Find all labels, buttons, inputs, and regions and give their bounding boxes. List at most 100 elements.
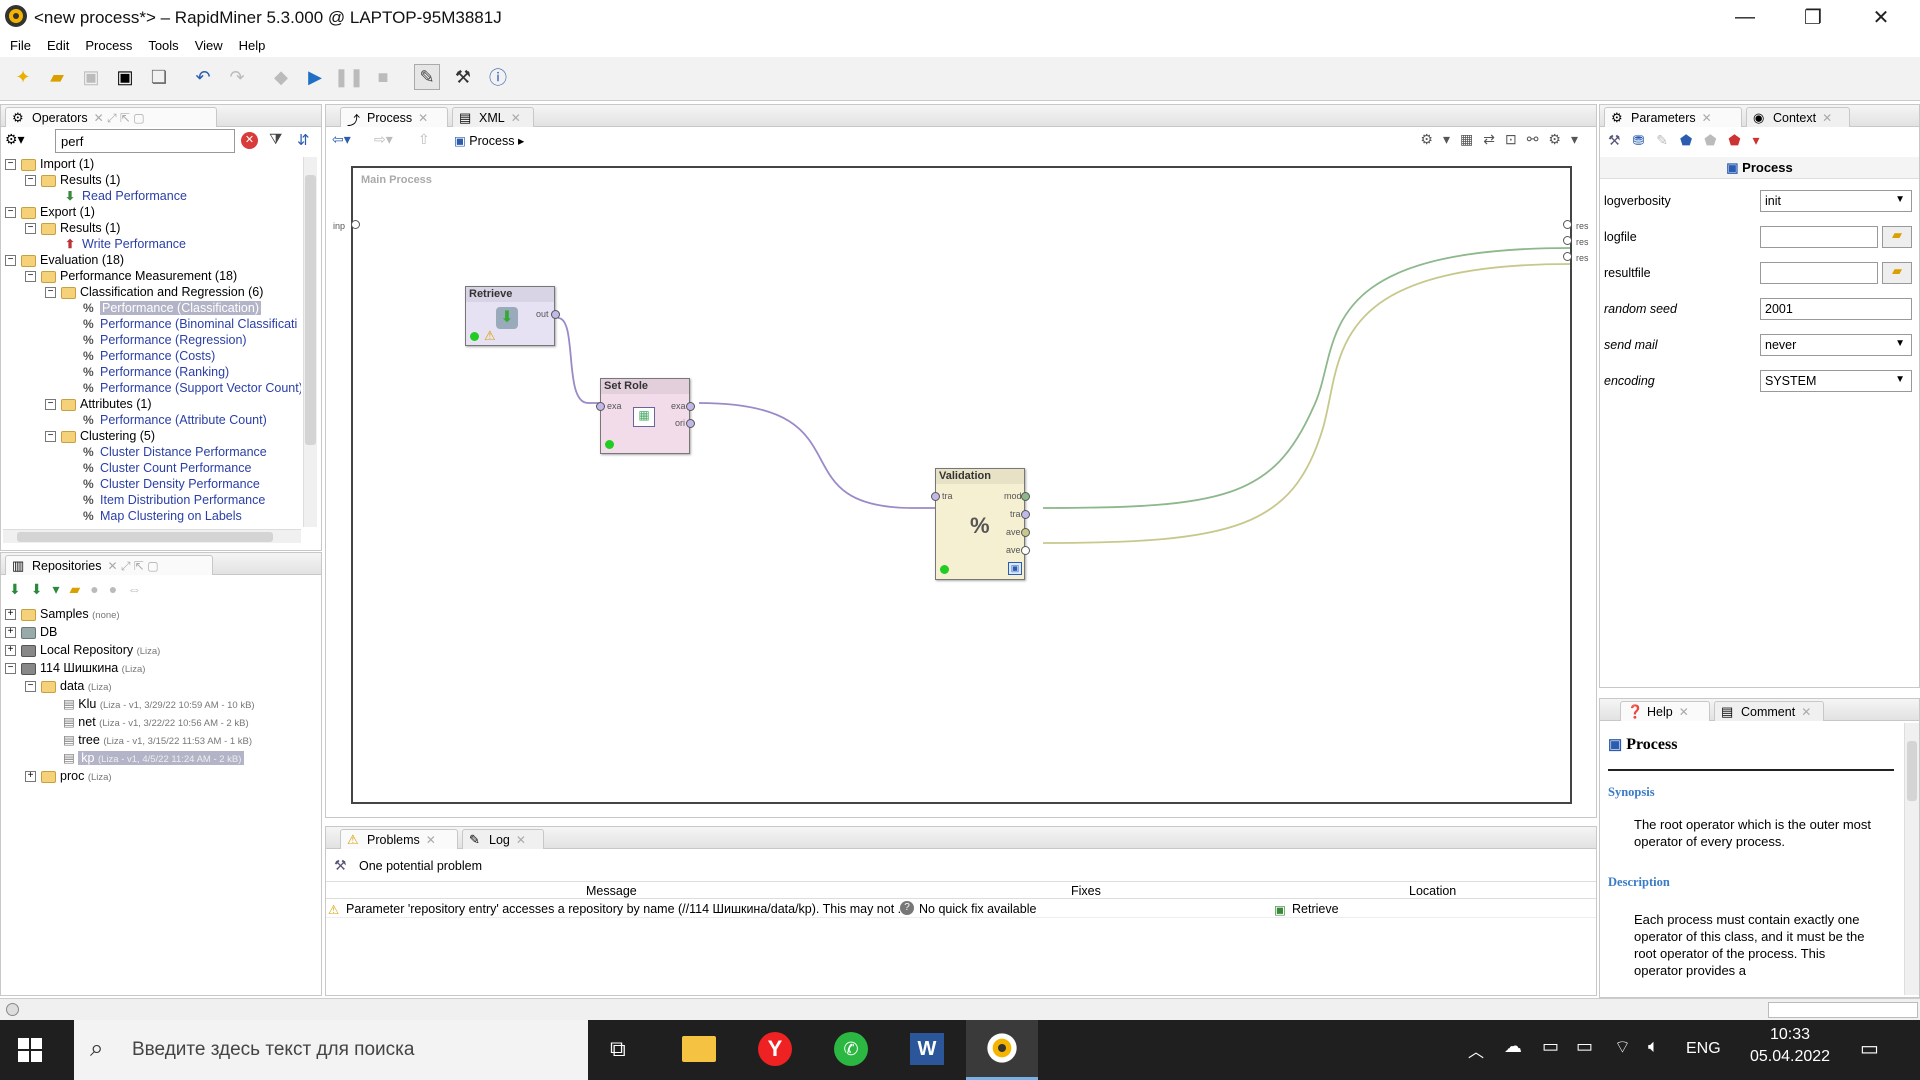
operators-horizontal-scrollbar[interactable] [3, 529, 301, 543]
tree-node[interactable]: − Classification and Regression (6) [45, 284, 263, 300]
tree-leaf[interactable]: % Item Distribution Performance [83, 492, 265, 508]
tree-node[interactable]: − Results (1) [25, 220, 120, 236]
repo-node-proc[interactable]: + proc (Liza) [25, 768, 112, 786]
menu-help[interactable]: Help [229, 35, 272, 53]
arrange-icon[interactable]: ▦ [1460, 131, 1483, 147]
clear-search-icon[interactable]: ✕ [241, 132, 258, 149]
close-tab-icon[interactable]: ✕ [1679, 705, 1689, 719]
close-tab-icon[interactable]: ✕ [426, 833, 436, 847]
scrollbar-thumb[interactable] [305, 175, 316, 445]
tree-leaf[interactable]: % Performance (Binominal Classificati [83, 316, 297, 332]
input-port[interactable] [931, 492, 940, 501]
taskbar-search[interactable]: ⌕ Введите здесь текст для поиска [74, 1020, 588, 1080]
fit-icon[interactable]: ⊡ [1505, 131, 1527, 147]
repo-entry-net[interactable]: ▤ net (Liza - v1, 3/22/22 10:56 AM - 2 k… [63, 714, 249, 732]
repo-entry-klu[interactable]: ▤ Klu (Liza - v1, 3/29/22 10:59 AM - 10 … [63, 696, 255, 714]
menu-file[interactable]: File [0, 35, 37, 53]
repo-node-db[interactable]: + DB [5, 624, 57, 640]
random-seed-input[interactable]: 2001 [1760, 298, 1912, 320]
tree-leaf[interactable]: % Cluster Density Performance [83, 476, 260, 492]
operators-vertical-scrollbar[interactable] [303, 157, 317, 527]
tab-log[interactable]: ✎ Log ✕ [462, 829, 544, 849]
tab-repositories[interactable]: ▥ Repositories ✕ ⤢ ⇱ ▢ [5, 555, 213, 575]
language-indicator[interactable]: ENG [1686, 1040, 1721, 1058]
tree-leaf-selected[interactable]: % Performance (Classification) [83, 300, 261, 316]
quick-fix-icon[interactable]: ⚒ [334, 857, 347, 874]
tab-context[interactable]: ◉ Context ✕ [1746, 107, 1850, 127]
tree-leaf[interactable]: % Performance (Attribute Count) [83, 412, 267, 428]
repo-node-data[interactable]: − data (Liza) [25, 678, 112, 696]
word-icon[interactable]: W [910, 1033, 944, 1065]
encoding-select[interactable]: SYSTEM ▼ [1760, 370, 1912, 392]
repo-entry-kp-selected[interactable]: ▤ kp (Liza - v1, 4/5/22 11:24 AM - 2 kB) [63, 750, 245, 768]
breadcrumb[interactable]: ▣ Process ▸ [454, 133, 524, 148]
tree-node[interactable]: − Performance Measurement (18) [25, 268, 237, 284]
output-port[interactable] [551, 310, 560, 319]
operator-search-input[interactable] [55, 129, 235, 153]
table-row[interactable]: ⚠ Parameter 'repository entry' accesses … [326, 900, 1596, 918]
stop-icon[interactable]: ■ [370, 64, 396, 90]
resultfile-input[interactable] [1760, 262, 1878, 284]
tree-node[interactable]: − Attributes (1) [45, 396, 152, 412]
tree-node[interactable]: − Results (1) [25, 172, 120, 188]
menu-process[interactable]: Process [75, 35, 138, 53]
repo-node-samples[interactable]: + Samples (none) [5, 606, 120, 624]
run-cube-icon[interactable]: ◆ [268, 64, 294, 90]
tab-operators[interactable]: ⚙ Operators ✕ ⤢ ⇱ ▢ [5, 107, 217, 127]
column-header-fixes[interactable]: Fixes [1071, 884, 1101, 898]
tree-leaf[interactable]: % Performance (Regression) [83, 332, 247, 348]
panel-controls-icon[interactable]: ✕ ⤢ ⇱ ▢ [94, 111, 145, 125]
canvas-result-port[interactable] [1563, 220, 1572, 229]
logfile-browse-button[interactable]: ▰ [1882, 226, 1912, 248]
edit-icon[interactable]: ✎ [1656, 132, 1680, 148]
task-view-icon[interactable]: ⧉ [610, 1036, 626, 1062]
output-port[interactable] [1021, 546, 1030, 555]
resultfile-browse-button[interactable]: ▰ [1882, 262, 1912, 284]
tab-help[interactable]: ❓ Help ✕ [1620, 701, 1710, 721]
operator-set-role[interactable]: Set Role ▦ exa exa ori [596, 378, 695, 454]
tree-leaf[interactable]: % Cluster Distance Performance [83, 444, 267, 460]
refresh-icon[interactable]: ⇔ [127, 581, 151, 597]
tree-leaf[interactable]: % Performance (Ranking) [83, 364, 229, 380]
canvas-input-port[interactable] [351, 220, 360, 229]
tree-leaf-write-performance[interactable]: ⬆ Write Performance [65, 236, 186, 252]
tree-leaf[interactable]: % Cluster Count Performance [83, 460, 251, 476]
scrollbar-thumb[interactable] [1907, 741, 1917, 801]
undo-icon[interactable]: ↶ [190, 64, 216, 90]
new-process-icon[interactable]: ✦ [10, 64, 36, 90]
result-perspective-icon[interactable]: ⚒ [450, 64, 476, 90]
tree-leaf[interactable]: % Map Clustering on Labels [83, 508, 242, 524]
auto-wire-icon[interactable]: ⚙▾ [1420, 131, 1460, 147]
send-mail-select[interactable]: never ▼ [1760, 334, 1912, 356]
tab-xml[interactable]: ▤ XML ✕ [452, 107, 534, 127]
yandex-browser-icon[interactable]: Y [758, 1032, 792, 1066]
close-tab-icon[interactable]: ✕ [516, 833, 526, 847]
save-icon[interactable]: ▣ [78, 64, 104, 90]
tab-process[interactable]: ⤴ Process ✕ [340, 107, 448, 128]
redo-icon[interactable]: ↷ [224, 64, 250, 90]
output-port[interactable] [1021, 528, 1030, 537]
panel-controls-icon[interactable]: ✕ ⤢ ⇱ ▢ [107, 559, 158, 573]
layout-icon[interactable]: ⚙▾ [1548, 131, 1588, 147]
tab-comment[interactable]: ▤ Comment ✕ [1714, 701, 1824, 721]
dependencies-icon[interactable]: ⛃ [1633, 132, 1657, 148]
breakpoint-icon[interactable]: ⬟▾ [1728, 132, 1771, 148]
output-port[interactable] [686, 402, 695, 411]
output-port[interactable] [1021, 510, 1030, 519]
process-canvas[interactable]: Main Process inp res res res Retrieve ⬇ … [333, 166, 1589, 804]
windows-start-icon[interactable] [18, 1038, 42, 1062]
canvas-result-port[interactable] [1563, 236, 1572, 245]
run-icon[interactable]: ▶ [302, 64, 328, 90]
open-folder-icon[interactable]: ▰ [44, 64, 70, 90]
forward-button[interactable]: ⇨▾ [374, 131, 393, 148]
tree-node[interactable]: − Evaluation (18) [5, 252, 124, 268]
open-icon[interactable]: ● [90, 581, 108, 597]
close-tab-icon[interactable]: ✕ [418, 111, 428, 125]
notifications-icon[interactable]: ▭ [1860, 1036, 1879, 1061]
tree-leaf[interactable]: % Performance (Costs) [83, 348, 215, 364]
repo-entry-tree[interactable]: ▤ tree (Liza - v1, 3/15/22 11:53 AM - 1 … [63, 732, 252, 750]
close-button[interactable]: ✕ [1852, 0, 1910, 35]
menu-view[interactable]: View [185, 35, 229, 53]
new-folder-icon[interactable]: ▰ [70, 581, 91, 597]
clock[interactable]: 10:33 05.04.2022 [1740, 1026, 1840, 1066]
